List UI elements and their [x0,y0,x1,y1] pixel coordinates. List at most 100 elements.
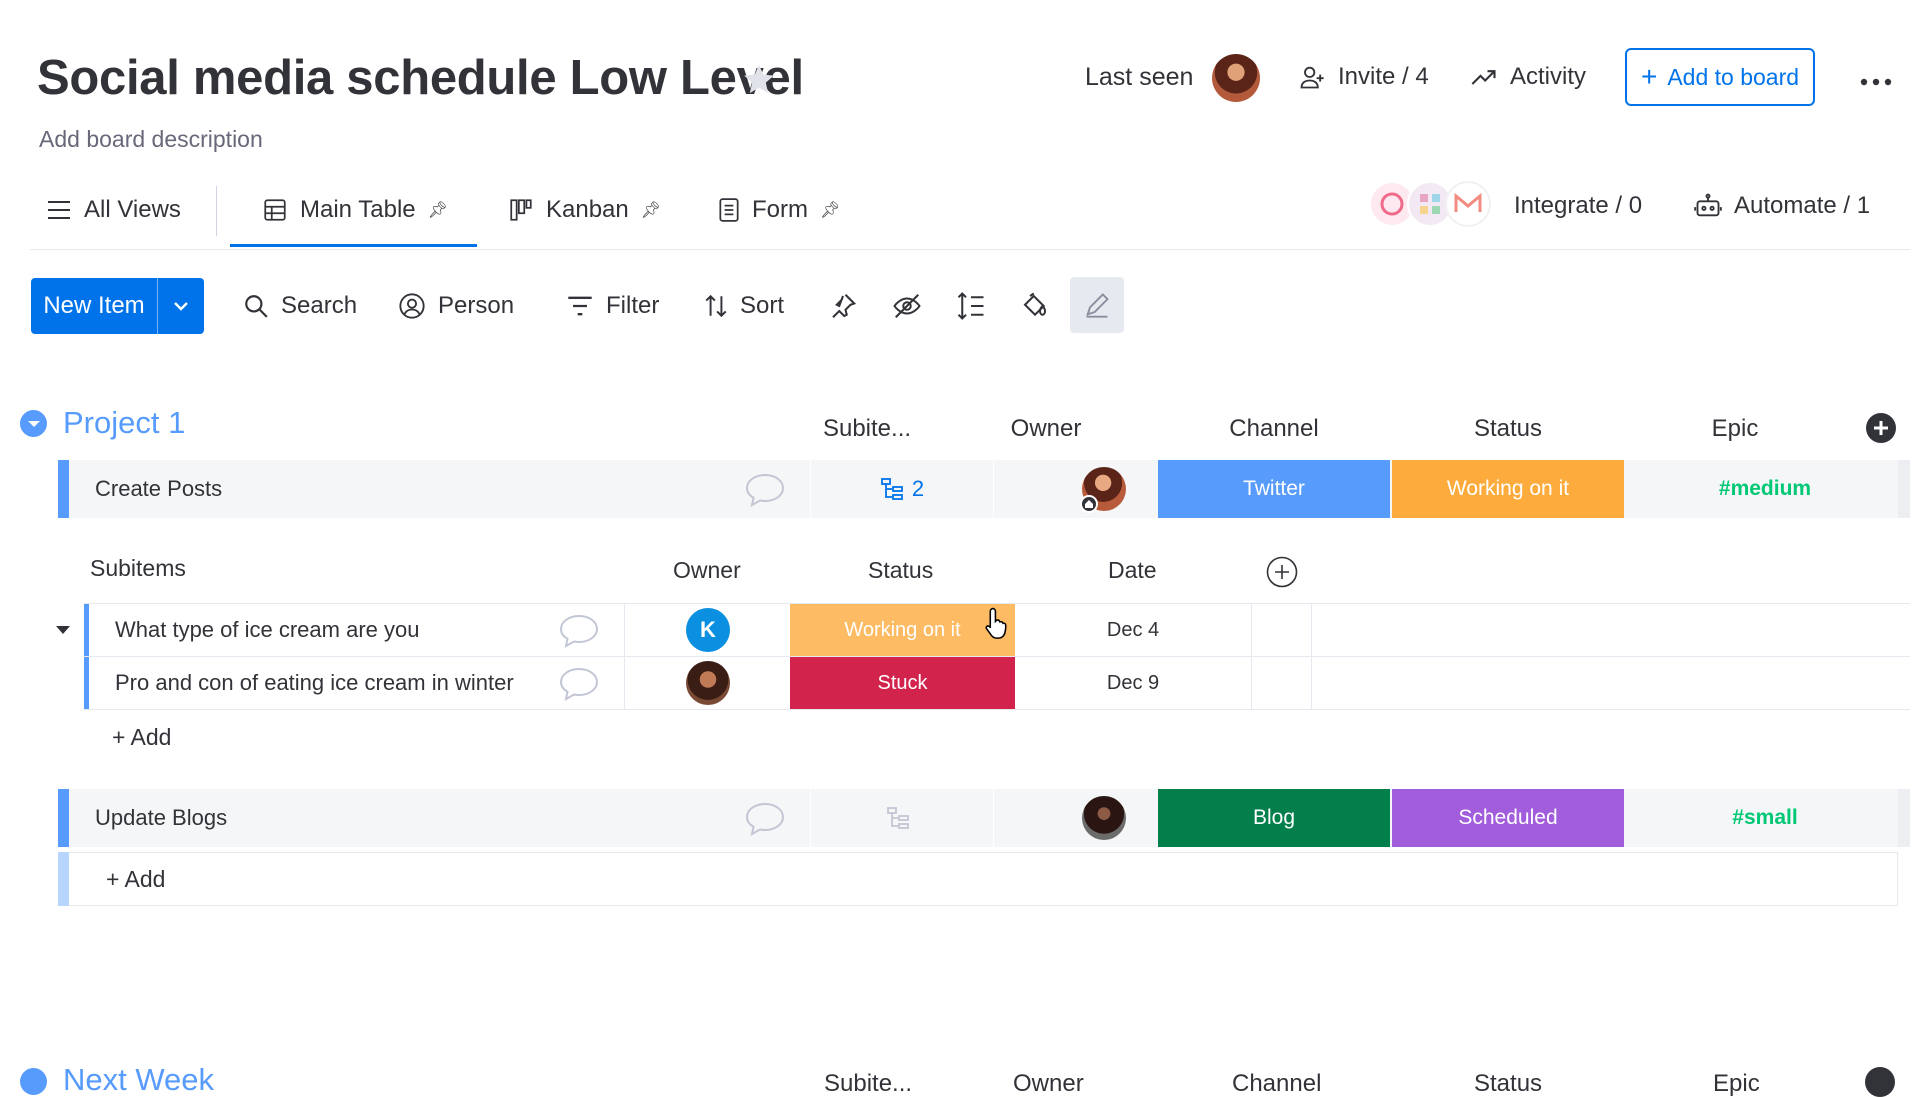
person-add-icon [1298,63,1326,91]
next-group-toggle[interactable] [20,1068,47,1095]
active-tab-indicator [230,244,477,247]
add-item-row[interactable]: + Add [58,852,1898,906]
invite-label: Invite / 4 [1338,63,1429,90]
pin-icon[interactable]: 📌︎ [428,200,448,220]
epic-cell[interactable]: #medium [1626,460,1904,518]
paint-bucket-icon[interactable] [1020,290,1050,322]
add-subitem-column-icon[interactable] [1266,556,1298,588]
next-column-channel[interactable]: Channel [1232,1070,1321,1098]
subitem-owner-cell[interactable] [624,657,791,709]
last-seen-avatar[interactable] [1212,54,1260,102]
column-header-status[interactable]: Status [1392,415,1624,443]
add-to-board-button[interactable]: + Add to board [1625,48,1815,106]
comment-icon[interactable] [558,613,600,649]
star-icon[interactable] [742,62,776,96]
pin-icon[interactable]: 📌︎ [641,200,661,220]
subitem-row[interactable]: Pro and con of eating ice cream in winte… [84,657,1910,710]
channel-cell[interactable]: Twitter [1158,460,1390,518]
subitems-icon [880,477,904,501]
home-badge-icon [1080,495,1098,513]
tab-form[interactable]: Form 📌︎ [718,196,840,224]
column-header-epic[interactable]: Epic [1624,415,1846,443]
subitems-column-owner[interactable]: Owner [673,557,741,584]
next-column-epic[interactable]: Epic [1713,1070,1760,1098]
hide-columns-icon[interactable] [892,290,922,322]
tab-all-views[interactable]: All Views [46,196,181,224]
subitem-status-cell[interactable]: Stuck [790,657,1015,709]
row-height-icon[interactable] [956,290,986,322]
table-row[interactable]: Update Blogs Blog Scheduled #small [58,789,1910,847]
main-table-label: Main Table [300,196,416,223]
subitems-column-date[interactable]: Date [1108,557,1157,584]
subitems-count-cell[interactable] [810,789,994,847]
owner-avatar[interactable] [1080,467,1126,513]
subitem-date-cell[interactable]: Dec 4 [1015,604,1252,656]
new-item-button[interactable]: New Item [31,278,204,334]
chevron-down-icon[interactable] [157,278,204,334]
column-header-subitems[interactable]: Subite... [812,415,922,443]
comment-icon[interactable] [558,666,600,702]
item-name[interactable]: Create Posts [95,460,222,518]
tab-main-table[interactable]: Main Table 📌︎ [262,196,448,224]
subitems-count: 2 [911,476,925,501]
comment-icon[interactable] [744,472,786,508]
robot-icon [1694,193,1722,219]
board-description[interactable]: Add board description [39,126,263,153]
group-title[interactable]: Project 1 [63,405,185,441]
pin-columns-icon[interactable] [828,290,858,322]
status-cell[interactable]: Working on it [1392,460,1624,518]
add-column-icon[interactable] [1865,412,1897,444]
hamburger-icon [46,199,72,221]
add-subitem-button[interactable]: + Add [112,724,171,751]
next-group-title[interactable]: Next Week [63,1062,214,1098]
integrate-button[interactable]: Integrate / 0 [1514,192,1642,220]
group-collapse-toggle[interactable] [20,410,47,437]
tab-kanban[interactable]: Kanban 📌︎ [508,196,661,224]
edit-pen-button[interactable] [1070,277,1124,333]
owner-initial-avatar[interactable]: K [686,608,730,652]
table-row[interactable]: Create Posts 2 Twitter Working on it #me… [58,460,1910,518]
automate-button[interactable]: Automate / 1 [1694,192,1870,220]
search-icon [243,293,269,319]
person-label: Person [438,292,515,319]
board-title[interactable]: Social media schedule Low Level [37,50,804,106]
subitem-color-bar [84,657,89,709]
search-button[interactable]: Search [243,292,357,320]
sort-button[interactable]: Sort [704,292,784,320]
invite-button[interactable]: Invite / 4 [1298,63,1429,91]
integration-app-icons[interactable] [1368,176,1498,232]
subitem-name[interactable]: Pro and con of eating ice cream in winte… [115,657,514,709]
status-cell[interactable]: Scheduled [1392,789,1624,847]
row-color-bar [58,460,69,518]
owner-avatar[interactable] [1082,796,1126,840]
next-column-status[interactable]: Status [1474,1070,1542,1098]
more-options-icon[interactable] [1860,78,1892,86]
column-header-channel[interactable]: Channel [1160,415,1388,443]
subitem-empty-cell [1251,604,1312,656]
form-label: Form [752,196,808,223]
subitems-column-status[interactable]: Status [868,557,933,584]
next-column-owner[interactable]: Owner [1013,1070,1084,1098]
pin-icon[interactable]: 📌︎ [820,200,840,220]
subitem-date-cell[interactable]: Dec 9 [1015,657,1252,709]
new-item-label[interactable]: New Item [31,278,157,334]
row-color-bar [58,789,69,847]
subitem-owner-cell[interactable]: K [624,604,791,656]
person-filter-button[interactable]: Person [398,292,514,320]
epic-cell[interactable]: #small [1626,789,1904,847]
next-column-subitems[interactable]: Subite... [824,1070,912,1098]
add-item-input[interactable]: + Add [106,853,165,905]
kanban-label: Kanban [546,196,629,223]
channel-cell[interactable]: Blog [1158,789,1390,847]
subitems-count-cell[interactable]: 2 [810,460,994,518]
add-column-icon[interactable] [1865,1067,1895,1097]
comment-icon[interactable] [744,801,786,837]
owner-avatar[interactable] [686,661,730,705]
filter-button[interactable]: Filter [566,292,659,320]
column-header-owner[interactable]: Owner [1000,415,1092,443]
activity-button[interactable]: Activity [1470,63,1586,91]
sort-label: Sort [740,292,785,319]
subitem-name[interactable]: What type of ice cream are you [115,604,419,656]
collapse-arrow-icon[interactable] [55,624,71,636]
item-name[interactable]: Update Blogs [95,789,227,847]
